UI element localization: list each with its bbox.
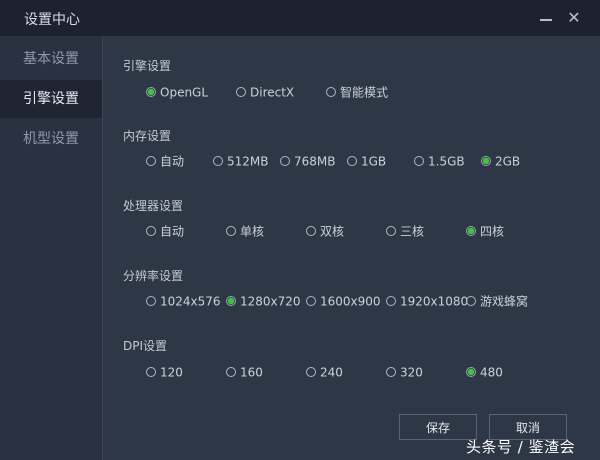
memory-option-2gb[interactable]: 2GB [481,152,520,170]
radio-indicator [306,366,316,377]
engine-option-directx[interactable]: DirectX [236,83,294,101]
dpi-section-title: DPI设置 [123,339,168,353]
engine-option-smart[interactable]: 智能模式 [326,83,388,101]
radio-indicator [226,225,236,236]
radio-indicator [226,295,236,306]
radio-indicator [347,155,357,166]
memory-option-1-5gb[interactable]: 1.5GB [414,152,465,170]
option-label: 游戏蜂窝 [480,294,529,309]
option-label: 1.5GB [428,154,465,169]
dpi-option-120[interactable]: 120 [146,363,183,381]
option-label: 1280x720 [240,294,301,309]
radio-indicator [146,366,156,377]
window-title: 设置中心 [24,12,80,28]
sidebar: 基本设置 引擎设置 机型设置 [0,36,103,460]
radio-indicator [306,295,316,306]
sidebar-item-device[interactable]: 机型设置 [0,120,102,158]
option-label: 480 [480,365,503,380]
sidebar-item-label: 基本设置 [23,51,79,67]
radio-indicator [386,225,396,236]
resolution-section-title: 分辨率设置 [123,269,184,283]
radio-indicator [466,366,476,377]
radio-indicator [226,366,236,377]
cpu-option-auto[interactable]: 自动 [146,222,184,240]
option-label: 2GB [495,154,521,169]
memory-section-title: 内存设置 [123,129,172,143]
resolution-option-1920x1080[interactable]: 1920x1080 [386,292,468,310]
close-button[interactable]: ✕ [564,8,584,28]
radio-indicator [236,86,246,97]
radio-indicator [146,86,156,97]
radio-indicator [146,295,156,306]
resolution-option-game-hive[interactable]: 游戏蜂窝 [466,292,528,310]
watermark-text: 头条号 / 鉴渣会 [466,438,576,456]
option-label: 768MB [294,154,336,169]
option-label: 自动 [160,224,185,239]
memory-option-auto[interactable]: 自动 [146,152,184,170]
sidebar-item-label: 引擎设置 [23,91,79,107]
cpu-section-title: 处理器设置 [123,199,184,213]
resolution-option-1280x720[interactable]: 1280x720 [226,292,301,310]
sidebar-item-label: 机型设置 [23,131,79,147]
option-label: 512MB [227,154,269,169]
memory-option-1gb[interactable]: 1GB [347,152,386,170]
option-label: 智能模式 [340,85,389,100]
engine-option-opengl[interactable]: OpenGL [146,83,208,101]
minimize-button[interactable] [536,8,556,28]
sidebar-item-engine[interactable]: 引擎设置 [0,80,102,118]
option-label: 三核 [400,224,425,239]
radio-indicator [466,295,476,306]
option-label: DirectX [250,85,295,100]
close-icon: ✕ [567,8,581,27]
resolution-option-1024x576[interactable]: 1024x576 [146,292,221,310]
radio-indicator [386,366,396,377]
radio-indicator [326,86,336,97]
option-label: 320 [400,365,423,380]
dpi-option-240[interactable]: 240 [306,363,343,381]
memory-option-768mb[interactable]: 768MB [280,152,336,170]
radio-indicator [386,295,396,306]
radio-indicator [146,155,156,166]
dpi-option-320[interactable]: 320 [386,363,423,381]
option-label: 1600x900 [320,294,381,309]
radio-indicator [306,225,316,236]
option-label: 双核 [320,224,345,239]
settings-panel: 引擎设置 OpenGL DirectX 智能模式 内存设置 自动 512MB 7… [103,36,600,460]
radio-indicator [146,225,156,236]
option-label: 120 [160,365,183,380]
engine-section-title: 引擎设置 [123,59,172,73]
option-label: 四核 [480,224,505,239]
option-label: OpenGL [160,85,209,100]
resolution-option-1600x900[interactable]: 1600x900 [306,292,381,310]
settings-window: 设置中心 ✕ 基本设置 引擎设置 机型设置 引擎设置 OpenGL Direct… [0,0,600,460]
title-bar[interactable]: 设置中心 ✕ [0,0,600,36]
option-label: 自动 [160,154,185,169]
sidebar-item-basic[interactable]: 基本设置 [0,40,102,78]
option-label: 240 [320,365,343,380]
minimize-icon [540,19,552,21]
option-label: 单核 [240,224,265,239]
cpu-option-single[interactable]: 单核 [226,222,264,240]
radio-indicator [280,155,290,166]
radio-indicator [466,225,476,236]
radio-indicator [213,155,223,166]
radio-indicator [414,155,424,166]
option-label: 1GB [361,154,387,169]
dpi-option-480[interactable]: 480 [466,363,503,381]
memory-option-512mb[interactable]: 512MB [213,152,269,170]
cpu-option-triple[interactable]: 三核 [386,222,424,240]
option-label: 1920x1080 [400,294,469,309]
option-label: 160 [240,365,263,380]
radio-indicator [481,155,491,166]
cpu-option-quad[interactable]: 四核 [466,222,504,240]
dpi-option-160[interactable]: 160 [226,363,263,381]
option-label: 1024x576 [160,294,221,309]
cpu-option-dual[interactable]: 双核 [306,222,344,240]
